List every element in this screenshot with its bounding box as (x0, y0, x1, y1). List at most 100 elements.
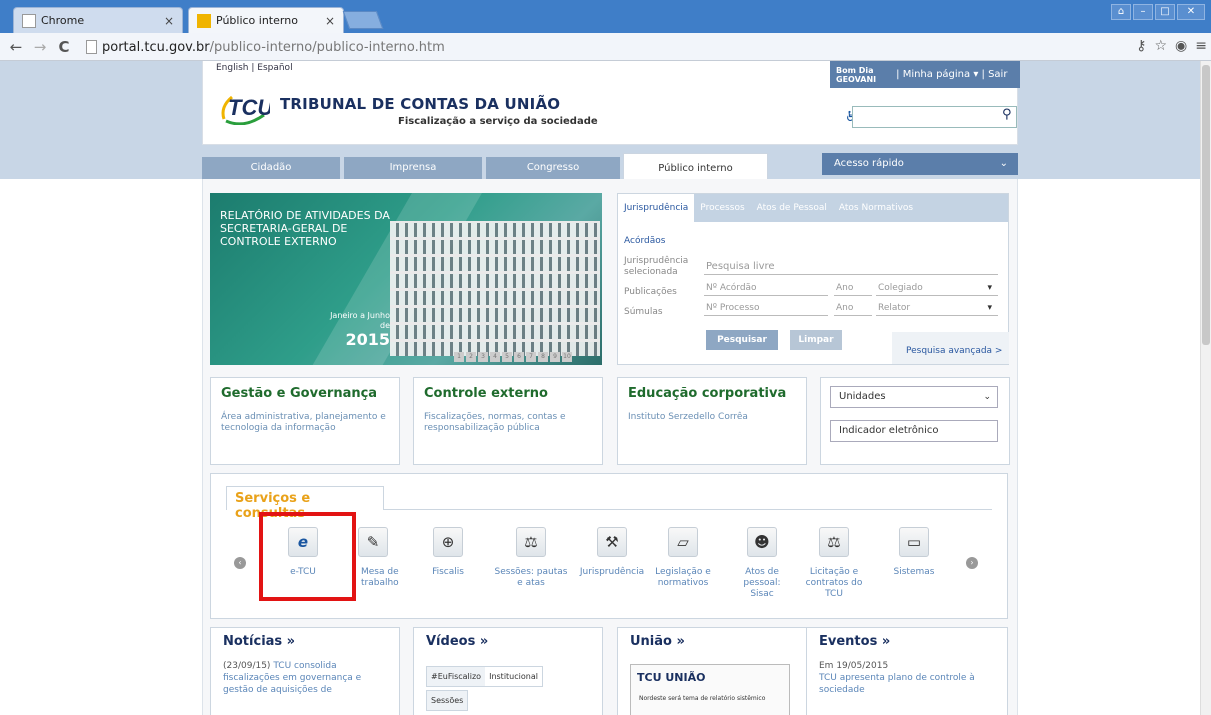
pager-item[interactable]: 10 (562, 352, 572, 362)
box-gestao[interactable]: Gestão e Governança Área administrativa,… (210, 377, 400, 465)
nav-tab-congresso[interactable]: Congresso (486, 157, 620, 179)
address-bar[interactable]: portal.tcu.gov.br/publico-interno/public… (86, 36, 1116, 58)
units-select[interactable]: Unidades ⌄ (830, 386, 998, 408)
prev-arrow-icon[interactable]: ‹ (234, 557, 246, 569)
tab-processos[interactable]: Processos (694, 203, 750, 213)
events-column: Eventos » Em 19/05/2015 TCU apresenta pl… (806, 627, 1008, 715)
language-links[interactable]: English | Español (216, 63, 293, 73)
user-icon[interactable]: ⌂ (1111, 4, 1131, 20)
user-bar: Bom Dia GEOVANI | Minha página ▾ | Sair (830, 61, 1020, 88)
clear-button[interactable]: Limpar (790, 330, 842, 350)
video-tab-eufiscalizo[interactable]: #EuFiscalizo (427, 667, 486, 686)
page-scrollbar[interactable] (1200, 61, 1211, 715)
close-icon[interactable]: × (164, 14, 174, 28)
news-date: (23/09/15) (223, 661, 271, 671)
pager-item[interactable]: 5 (502, 352, 512, 362)
pager-item[interactable]: 3 (478, 352, 488, 362)
news-title[interactable]: Notícias » (223, 634, 295, 649)
service-fiscalis[interactable]: ⊕ Fiscalis (408, 527, 488, 578)
newspaper-thumbnail[interactable]: TCU UNIÃO Nordeste será tema de relatóri… (630, 664, 790, 715)
tab-atos-de-pessoal[interactable]: Atos de Pessoal (751, 203, 833, 213)
search-icon[interactable]: ⚲ (1002, 107, 1012, 122)
pager-item[interactable]: 1 (454, 352, 464, 362)
process-year-input[interactable]: Ano (834, 300, 872, 316)
close-icon[interactable]: × (325, 14, 335, 28)
forward-icon[interactable]: → (32, 38, 48, 56)
new-tab-button[interactable] (342, 11, 384, 29)
svg-text:TCU: TCU (228, 95, 270, 120)
nav-tab-cidadao[interactable]: Cidadão (202, 157, 340, 179)
news-item[interactable]: (23/09/15) TCU consolida fiscalizações e… (223, 660, 393, 696)
tab-atos-normativos[interactable]: Atos Normativos (833, 203, 919, 213)
tab-publico-interno[interactable]: Público interno × (188, 7, 344, 33)
video-tab-sessoes[interactable]: Sessões (426, 690, 469, 711)
service-label: Atos de pessoal: Sisac (743, 567, 781, 599)
paper-logo: TCU UNIÃO (637, 671, 706, 684)
monitor-icon: ▭ (899, 527, 929, 557)
year-input[interactable]: Ano (834, 280, 872, 296)
minimize-icon[interactable]: – (1133, 4, 1153, 20)
chevron-down-icon: ⌄ (999, 158, 1008, 169)
chevron-down-icon: ⌄ (983, 392, 991, 402)
electronic-indicator-input[interactable]: Indicador eletrônico (830, 420, 998, 442)
box-controle-externo[interactable]: Controle externo Fiscalizações, normas, … (413, 377, 603, 465)
free-search-input[interactable]: Pesquisa livre (704, 259, 998, 275)
nav-tab-publico-interno[interactable]: Público interno (623, 153, 768, 179)
book-icon: ▱ (668, 527, 698, 557)
service-atos-de-pessoal[interactable]: ☻ Atos de pessoal: Sisac (722, 527, 802, 600)
service-sistemas[interactable]: ▭ Sistemas (874, 527, 954, 578)
close-window-icon[interactable]: ✕ (1177, 4, 1205, 20)
quick-access-dropdown[interactable]: Acesso rápido ⌄ (822, 153, 1018, 175)
tab-chrome[interactable]: Chrome × (13, 7, 183, 33)
pager-item[interactable]: 2 (466, 352, 476, 362)
colegiado-select[interactable]: Colegiado ▾ (876, 280, 998, 296)
videos-title[interactable]: Vídeos » (426, 634, 488, 649)
pager-item[interactable]: 8 (538, 352, 548, 362)
event-item[interactable]: Em 19/05/2015 TCU apresenta plano de con… (819, 660, 989, 696)
process-number-input[interactable]: Nº Processo (704, 300, 828, 316)
relator-select[interactable]: Relator ▾ (876, 300, 998, 316)
service-label: Mesa de trabalho (361, 567, 399, 588)
video-tab-institucional[interactable]: Institucional (485, 667, 542, 686)
site-search-input[interactable] (852, 106, 1017, 128)
report-banner[interactable]: RELATÓRIO DE ATIVIDADES DA SECRETARIA-GE… (210, 193, 602, 365)
maximize-icon[interactable]: □ (1155, 4, 1175, 20)
menu-icon[interactable]: ≡ (1195, 38, 1207, 54)
scrollbar-thumb[interactable] (1202, 65, 1210, 345)
service-sessoes[interactable]: ⚖ Sessões: pautas e atas (491, 527, 571, 589)
pager-item[interactable]: 7 (526, 352, 536, 362)
category-sumulas[interactable]: Súmulas (624, 307, 694, 318)
events-title[interactable]: Eventos » (819, 634, 890, 649)
service-legislacao[interactable]: ▱ Legislação e normativos (643, 527, 723, 589)
nav-tab-imprensa[interactable]: Imprensa (344, 157, 482, 179)
advanced-search-link[interactable]: Pesquisa avançada > (892, 332, 1009, 364)
service-licitacao[interactable]: ⚖ Licitação e contratos do TCU (794, 527, 874, 600)
tcu-favicon-icon (197, 13, 211, 28)
magnifier-icon: ⊕ (433, 527, 463, 557)
extension-icon[interactable]: ◉ (1175, 38, 1187, 54)
auction-icon: ⚖ (819, 527, 849, 557)
reload-icon[interactable]: C (56, 38, 72, 56)
web-page: English | Español TCU TRIBUNAL DE CONTAS… (0, 61, 1211, 715)
quick-access-label: Acesso rápido (834, 158, 904, 169)
acordao-number-input[interactable]: Nº Acórdão (704, 280, 828, 296)
box-educacao[interactable]: Educação corporativa Instituto Serzedell… (617, 377, 807, 465)
back-icon[interactable]: ← (8, 38, 24, 56)
search-button[interactable]: Pesquisar (706, 330, 778, 350)
category-jurisprudencia-selecionada[interactable]: Jurisprudência selecionada (624, 256, 694, 278)
category-acordaos[interactable]: Acórdãos (624, 236, 694, 247)
service-jurisprudencia[interactable]: ⚒ Jurisprudência (572, 527, 652, 578)
star-icon[interactable]: ☆ (1154, 38, 1167, 54)
pager-item[interactable]: 4 (490, 352, 500, 362)
pager-item[interactable]: 9 (550, 352, 560, 362)
next-arrow-icon[interactable]: › (966, 557, 978, 569)
pager-item[interactable]: 6 (514, 352, 524, 362)
uniao-title[interactable]: União » (630, 634, 685, 649)
search-panel: Jurisprudência Processos Atos de Pessoal… (617, 193, 1009, 365)
tcu-logo[interactable]: TCU (218, 89, 270, 125)
tab-jurisprudencia[interactable]: Jurisprudência (618, 194, 695, 222)
key-icon[interactable]: ⚷ (1136, 38, 1146, 54)
category-publicacoes[interactable]: Publicações (624, 287, 694, 298)
user-links[interactable]: | Minha página ▾ | Sair (896, 69, 1007, 80)
services-tab[interactable]: Serviços e consultas (226, 486, 384, 521)
